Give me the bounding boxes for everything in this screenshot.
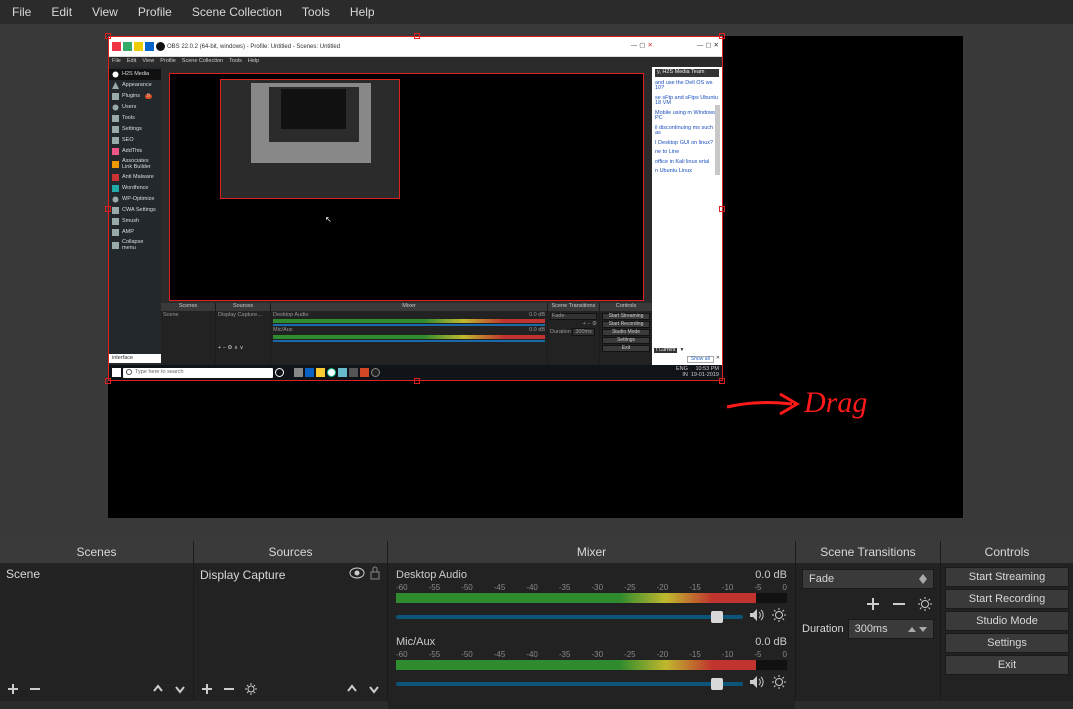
resize-handle-tl[interactable] bbox=[105, 33, 111, 39]
preview-area[interactable]: OBS 22.0.2 (64-bit, windows) - Profile: … bbox=[0, 24, 1073, 541]
add-source-button[interactable] bbox=[198, 680, 216, 698]
menu-tools[interactable]: Tools bbox=[292, 3, 340, 21]
mixer-dock: Mixer Desktop Audio0.0 dB -60-55-50-45-4… bbox=[388, 541, 796, 701]
duration-label: Duration bbox=[802, 623, 844, 635]
app-icon bbox=[112, 42, 121, 51]
eye-icon[interactable] bbox=[349, 567, 365, 582]
chevron-updown-icon bbox=[919, 574, 927, 584]
remove-source-button[interactable] bbox=[220, 680, 238, 698]
inner-window-title: OBS 22.0.2 (64-bit, windows) - Profile: … bbox=[167, 44, 629, 50]
mixer-desktop-label: Desktop Audio bbox=[396, 569, 467, 581]
resize-handle-br[interactable] bbox=[719, 378, 725, 384]
wordpress-sidebar: H2S Media Appearance Plugins9 Users Tool… bbox=[109, 67, 161, 365]
transitions-header: Scene Transitions bbox=[796, 541, 940, 563]
speaker-icon[interactable] bbox=[749, 675, 765, 692]
menu-file[interactable]: File bbox=[2, 3, 41, 21]
remove-scene-button[interactable] bbox=[26, 680, 44, 698]
add-transition-button[interactable] bbox=[864, 595, 882, 613]
desktop-volume-slider[interactable] bbox=[396, 615, 743, 619]
gear-icon[interactable] bbox=[771, 674, 787, 693]
controls-header: Controls bbox=[941, 541, 1073, 563]
chevron-updown-icon bbox=[908, 623, 927, 635]
menubar: File Edit View Profile Scene Collection … bbox=[0, 0, 1073, 24]
add-scene-button[interactable] bbox=[4, 680, 22, 698]
menu-help[interactable]: Help bbox=[340, 3, 385, 21]
lock-icon[interactable] bbox=[369, 566, 381, 583]
start-recording-button[interactable]: Start Recording bbox=[945, 589, 1069, 609]
start-streaming-button[interactable]: Start Streaming bbox=[945, 567, 1069, 587]
inner-preview: ↖ bbox=[169, 73, 644, 301]
menu-view[interactable]: View bbox=[82, 3, 128, 21]
mic-volume-slider[interactable] bbox=[396, 682, 743, 686]
menu-scene-collection[interactable]: Scene Collection bbox=[182, 3, 292, 21]
mic-meter bbox=[396, 660, 787, 670]
menu-profile[interactable]: Profile bbox=[128, 3, 182, 21]
controls-dock: Controls Start Streaming Start Recording… bbox=[941, 541, 1073, 701]
mixer-header: Mixer bbox=[388, 541, 795, 563]
cursor-icon: ↖ bbox=[325, 216, 332, 224]
remove-transition-button[interactable] bbox=[890, 595, 908, 613]
desktop-meter bbox=[396, 593, 787, 603]
transition-settings-button[interactable] bbox=[916, 595, 934, 613]
resize-handle-tm[interactable] bbox=[414, 33, 420, 39]
gear-icon[interactable] bbox=[771, 607, 787, 626]
mixer-desktop-audio: Desktop Audio0.0 dB -60-55-50-45-40-35-3… bbox=[396, 569, 787, 626]
scene-down-button[interactable] bbox=[171, 680, 189, 698]
mixer-mic-aux: Mic/Aux0.0 dB -60-55-50-45-40-35-30-25-2… bbox=[396, 636, 787, 693]
resize-handle-bm[interactable] bbox=[414, 378, 420, 384]
source-label: Display Capture bbox=[200, 568, 349, 582]
wordpress-dashboard-widget: y, H2S Media Team and use the Dell OS ws… bbox=[652, 67, 722, 365]
speaker-icon[interactable] bbox=[749, 608, 765, 625]
transitions-dock: Scene Transitions Fade Duration 300ms bbox=[796, 541, 941, 701]
mixer-desktop-level: 0.0 dB bbox=[755, 569, 787, 581]
duration-spinbox[interactable]: 300ms bbox=[848, 619, 934, 639]
mixer-mic-label: Mic/Aux bbox=[396, 636, 435, 648]
scenes-dock: Scenes Scene bbox=[0, 541, 194, 701]
resize-handle-mr[interactable] bbox=[719, 206, 725, 212]
studio-mode-button[interactable]: Studio Mode bbox=[945, 611, 1069, 631]
source-item[interactable]: Display Capture bbox=[194, 563, 387, 586]
transition-select[interactable]: Fade bbox=[802, 569, 934, 589]
source-up-button[interactable] bbox=[343, 680, 361, 698]
resize-handle-ml[interactable] bbox=[105, 206, 111, 212]
scenes-header: Scenes bbox=[0, 541, 193, 563]
mixer-mic-level: 0.0 dB bbox=[755, 636, 787, 648]
settings-button[interactable]: Settings bbox=[945, 633, 1069, 653]
sources-header: Sources bbox=[194, 541, 387, 563]
sources-dock: Sources Display Capture bbox=[194, 541, 388, 701]
docks: Scenes Scene Sources Display Capture bbox=[0, 541, 1073, 701]
windows-start-icon bbox=[112, 368, 121, 377]
scene-item[interactable]: Scene bbox=[0, 563, 193, 585]
scene-up-button[interactable] bbox=[149, 680, 167, 698]
obs-icon bbox=[156, 42, 165, 51]
exit-button[interactable]: Exit bbox=[945, 655, 1069, 675]
resize-handle-bl[interactable] bbox=[105, 378, 111, 384]
menu-edit[interactable]: Edit bbox=[41, 3, 82, 21]
captured-screen: OBS 22.0.2 (64-bit, windows) - Profile: … bbox=[109, 37, 722, 380]
source-settings-button[interactable] bbox=[242, 680, 260, 698]
display-capture-source[interactable]: OBS 22.0.2 (64-bit, windows) - Profile: … bbox=[108, 36, 723, 381]
resize-handle-tr[interactable] bbox=[719, 33, 725, 39]
source-down-button[interactable] bbox=[365, 680, 383, 698]
